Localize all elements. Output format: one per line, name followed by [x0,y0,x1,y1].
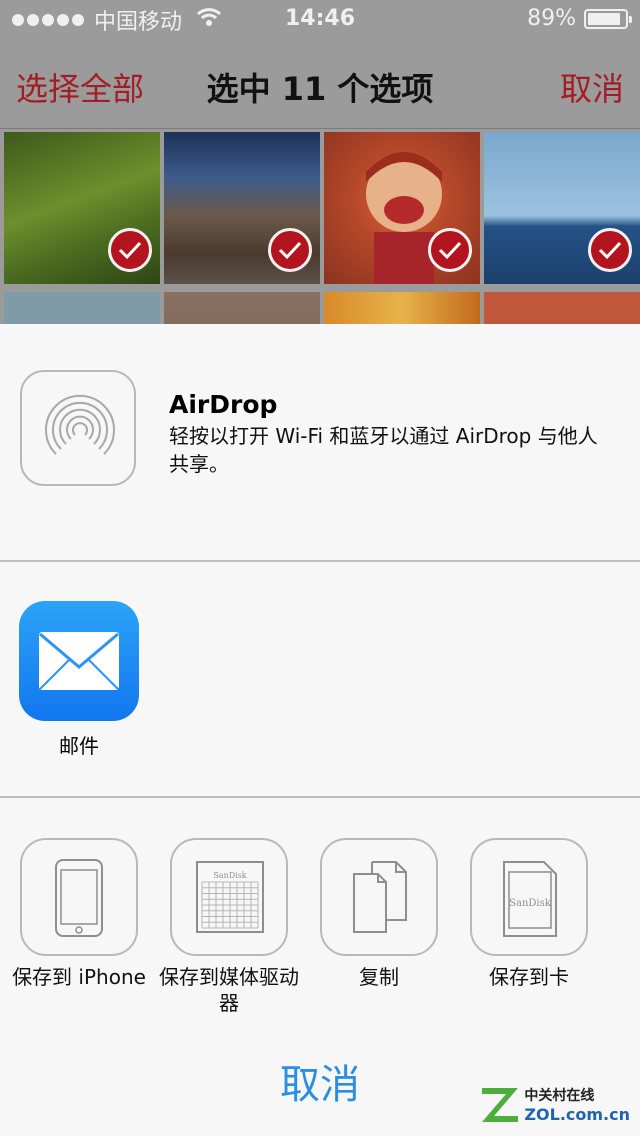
checkmark-icon [108,228,152,272]
photo-thumbnail[interactable] [164,132,320,284]
airdrop-icon[interactable] [20,370,136,486]
watermark-line1: 中关村在线 [524,1088,595,1104]
photo-picker-background: 中国移动 14:46 89% 选择全部 选中 11 个选项 取消 [0,0,640,324]
airdrop-section: AirDrop 轻按以打开 Wi-Fi 和蓝牙以通过 AirDrop 与他人共享… [0,324,640,562]
photo-thumbnail[interactable] [4,132,160,284]
mail-icon[interactable] [19,601,139,721]
action-label: 保存到 iPhone [12,965,146,989]
nav-title: 选中 11 个选项 [206,70,434,108]
photo-thumbnail[interactable] [4,292,160,324]
share-apps-row: 邮件 [0,562,640,798]
checkmark-icon [588,228,632,272]
media-drive-icon: SanDisk [170,838,288,956]
brand-logo: SanDisk [509,898,552,909]
zol-logo-icon [482,1087,519,1122]
mail-label: 邮件 [59,734,99,758]
status-right: 89% [527,6,632,31]
share-actions-row: 保存到 iPhone SanDisk 保存到媒体驱动器 复制 SanDisk 保… [0,798,640,1028]
iphone-icon [20,838,138,956]
battery-icon [584,8,632,29]
brand-logo: SanDisk [213,871,246,880]
action-label: 保存到媒体驱动器 [159,965,299,1015]
copy-icon [320,838,438,956]
photo-thumbnail[interactable] [164,292,320,324]
checkmark-icon [268,228,312,272]
photo-thumbnail[interactable] [484,292,640,324]
action-label: 保存到卡 [489,965,569,989]
battery-percent: 89% [527,6,576,31]
copy-action[interactable]: 复制 [304,838,454,990]
action-label: 复制 [359,965,399,989]
sd-card-icon: SanDisk [470,838,588,956]
save-to-iphone-action[interactable]: 保存到 iPhone [4,838,154,990]
nav-cancel-button[interactable]: 取消 [560,64,624,110]
watermark: 中关村在线 ZOL.com.cn [480,1085,630,1124]
photo-thumbnail[interactable] [324,132,480,284]
photo-thumbnail[interactable] [324,292,480,324]
watermark-line2: ZOL.com.cn [524,1105,630,1124]
save-to-media-drive-action[interactable]: SanDisk 保存到媒体驱动器 [154,838,304,1016]
photo-thumbnail[interactable] [484,132,640,284]
status-bar: 中国移动 14:46 89% [0,0,640,40]
airdrop-description: 轻按以打开 Wi-Fi 和蓝牙以通过 AirDrop 与他人共享。 [169,424,598,476]
share-sheet: AirDrop 轻按以打开 Wi-Fi 和蓝牙以通过 AirDrop 与他人共享… [0,324,640,1136]
nav-bar: 选择全部 选中 11 个选项 取消 [0,40,640,129]
airdrop-title: AirDrop [169,390,278,419]
save-to-card-action[interactable]: SanDisk 保存到卡 [454,838,604,990]
checkmark-icon [428,228,472,272]
